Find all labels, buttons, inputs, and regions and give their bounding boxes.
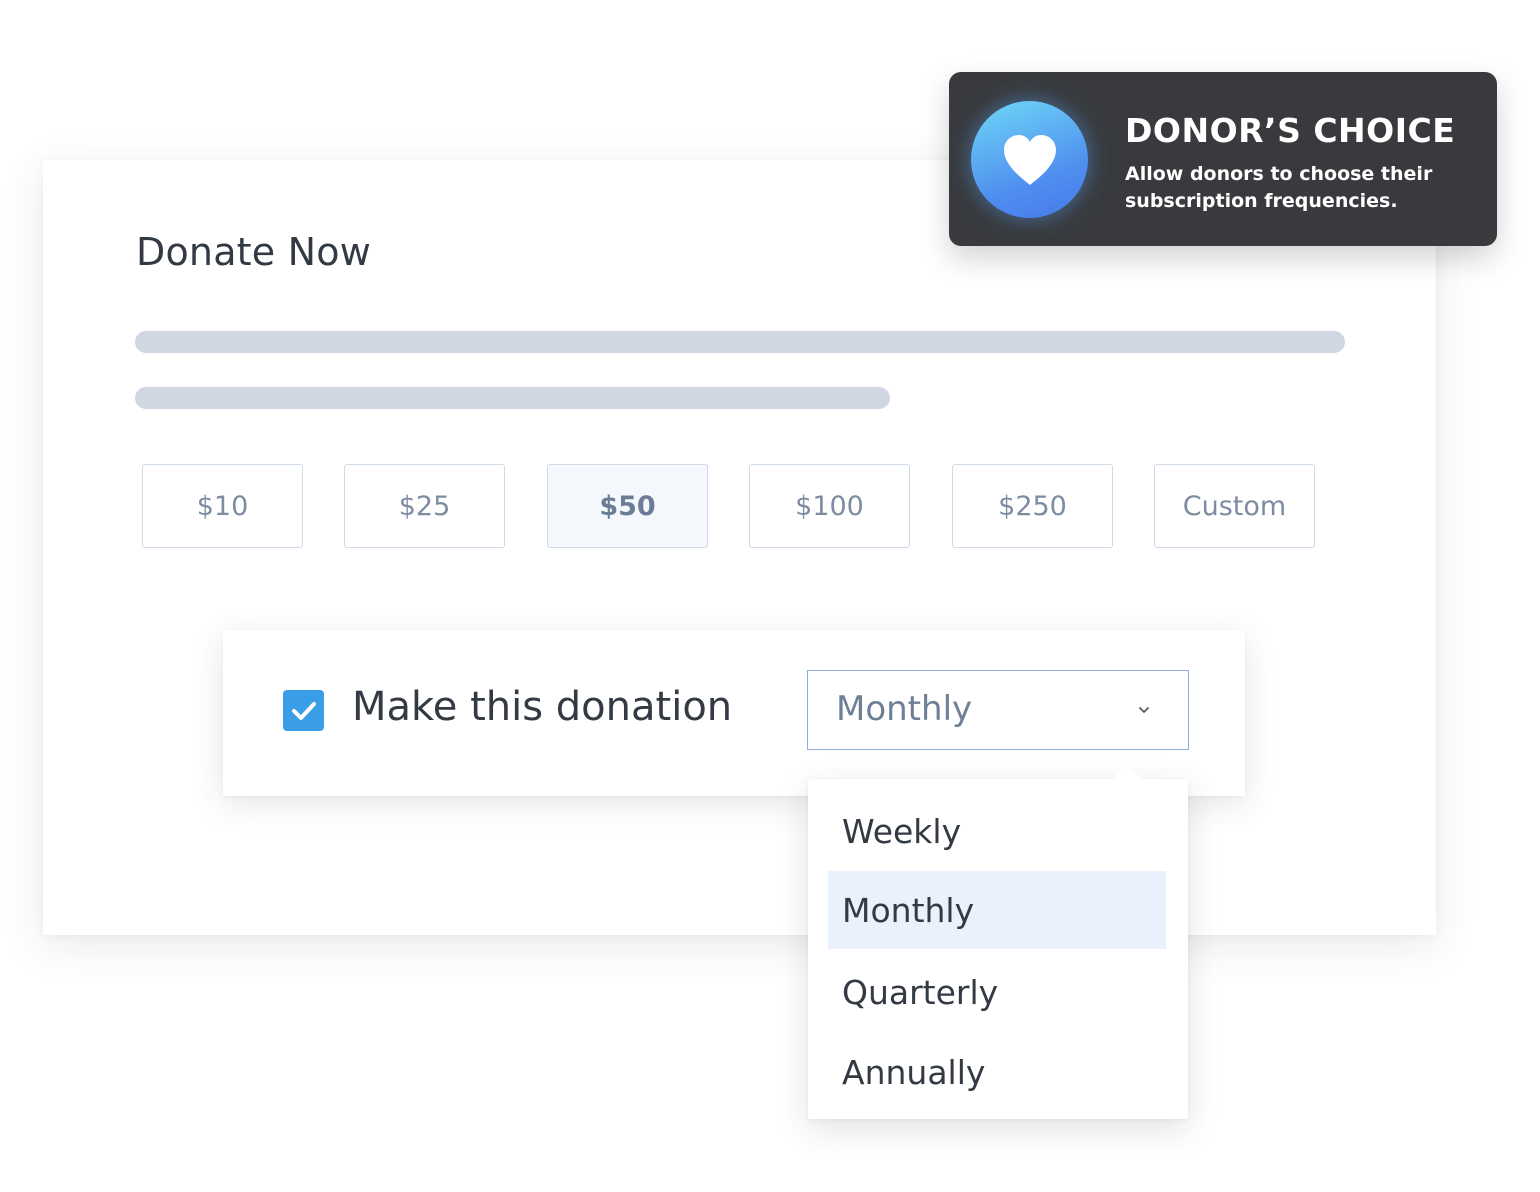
amount-button-100[interactable]: $100: [749, 464, 910, 548]
dropdown-option-weekly[interactable]: Weekly: [828, 792, 1166, 870]
amount-button-50[interactable]: $50: [547, 464, 708, 548]
frequency-select-value: Monthly: [836, 689, 973, 729]
dropdown-option-quarterly[interactable]: Quarterly: [828, 953, 1166, 1031]
callout-title: DONOR’S CHOICE: [1125, 111, 1456, 150]
recurring-checkbox[interactable]: [283, 690, 324, 731]
dropdown-option-annually[interactable]: Annually: [828, 1033, 1166, 1111]
heart-icon: [1003, 134, 1056, 185]
donation-card: Donate Now $10 $25 $50 $100 $250 Custom: [43, 160, 1436, 935]
heart-badge: [971, 101, 1088, 218]
frequency-dropdown-menu: Weekly Monthly Quarterly Annually: [808, 765, 1188, 1119]
checkmark-icon: [291, 701, 316, 720]
recurring-label: Make this donation: [352, 684, 733, 730]
page: Donate Now $10 $25 $50 $100 $250 Custom …: [0, 0, 1540, 1192]
amount-button-250[interactable]: $250: [952, 464, 1113, 548]
text-placeholder-line: [135, 387, 890, 409]
callout-description: Allow donors to choose their subscriptio…: [1125, 163, 1433, 212]
amount-options: $10 $25 $50 $100 $250 Custom: [142, 464, 1317, 550]
chevron-down-icon: [1139, 707, 1149, 713]
text-placeholder-line: [135, 331, 1345, 353]
page-title: Donate Now: [136, 230, 371, 274]
amount-button-10[interactable]: $10: [142, 464, 303, 548]
frequency-select[interactable]: Monthly: [807, 670, 1189, 750]
donors-choice-callout: DONOR’S CHOICE Allow donors to choose th…: [949, 72, 1497, 246]
recurring-donation-row: Make this donation Monthly: [223, 630, 1245, 796]
amount-button-25[interactable]: $25: [344, 464, 505, 548]
amount-button-custom[interactable]: Custom: [1154, 464, 1315, 548]
dropdown-caret: [1112, 765, 1142, 780]
dropdown-option-monthly[interactable]: Monthly: [828, 871, 1166, 949]
